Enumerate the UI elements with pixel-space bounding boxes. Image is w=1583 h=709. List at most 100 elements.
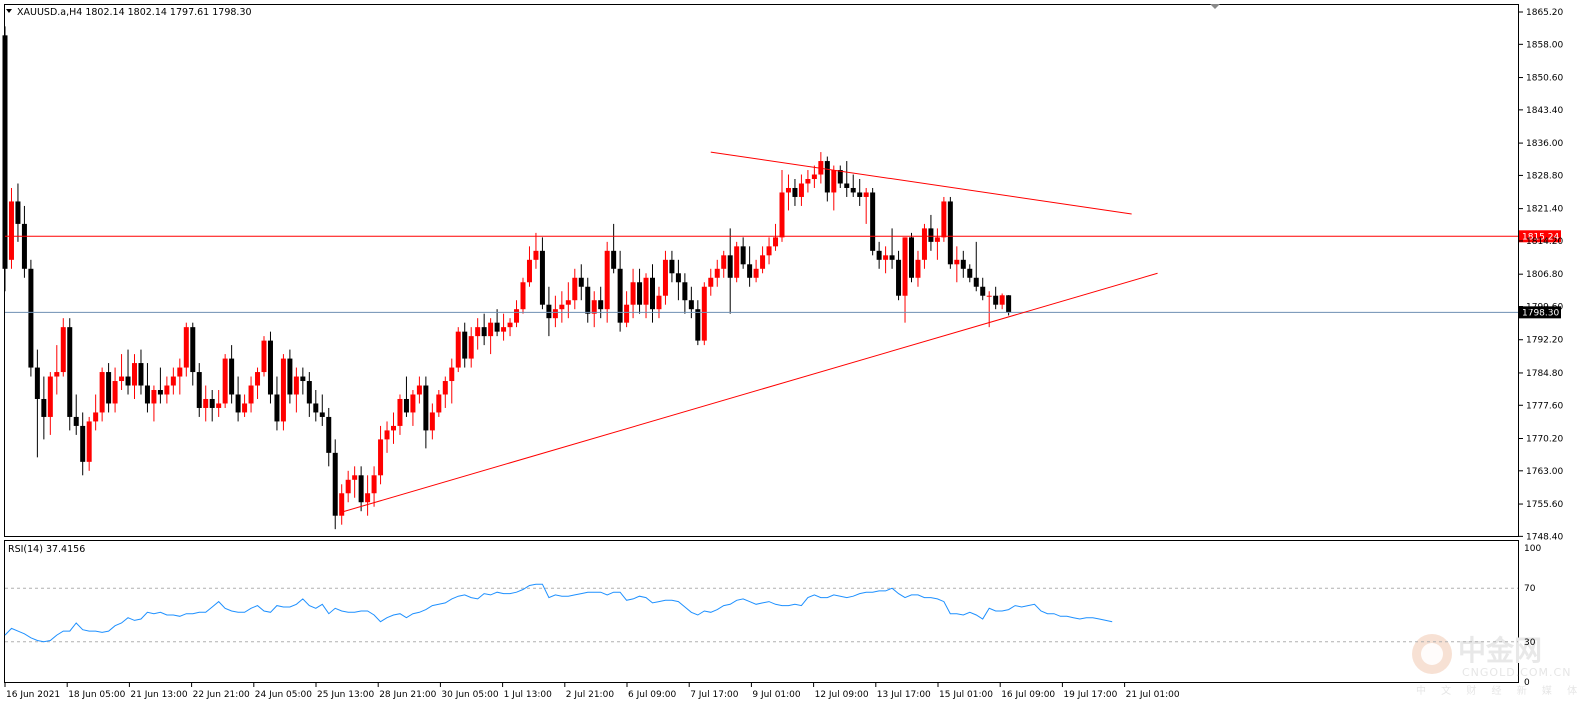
candle-body [306, 381, 312, 404]
candle-body [753, 268, 759, 278]
candle-body [54, 372, 60, 377]
candle-body [909, 237, 914, 278]
candle-body [857, 192, 863, 197]
candle-body [617, 268, 623, 323]
time-tick-label: 13 Jul 17:00 [877, 690, 931, 700]
price-axis: 1865.20 1858.00 1850.60 1843.40 1836.00 1828.… [1519, 8, 1563, 542]
time-tick-label: 2 Jul 21:00 [566, 690, 615, 700]
candle-body [67, 327, 73, 417]
candle-body [391, 425, 396, 431]
candle-body [274, 394, 280, 422]
candle-body [572, 277, 578, 301]
candle-body [293, 376, 299, 395]
candle-body [921, 228, 927, 260]
candle-body [93, 412, 99, 422]
candle-body [164, 385, 170, 395]
candle-body [242, 403, 248, 413]
candle-body [546, 304, 552, 319]
candle-body [384, 430, 390, 440]
candle-body [15, 201, 21, 224]
candle-body [844, 183, 850, 188]
candle-body [520, 282, 526, 310]
price-tick-label: 1828.80 [1526, 171, 1563, 181]
candle-body [656, 295, 662, 310]
candle-body [151, 390, 157, 404]
candle-body [436, 394, 442, 413]
candle-body [611, 250, 617, 269]
price-chart[interactable]: 中金网 CNGOLD.COM.CN 中 文 财 经 新 媒 体 1815.241… [0, 0, 1583, 709]
candle-body [462, 331, 468, 359]
price-tick-label: 1821.40 [1526, 205, 1563, 215]
candle-body [727, 255, 733, 278]
price-tick-label: 1770.20 [1526, 434, 1563, 444]
candle-body [760, 255, 766, 269]
candle-body [805, 179, 811, 184]
watermark-tagline: 中 文 财 经 新 媒 体 [1416, 684, 1583, 697]
candle-body [345, 479, 351, 494]
candle-body [378, 439, 384, 476]
time-tick-label: 16 Jun 2021 [6, 690, 60, 700]
candle-body [630, 282, 636, 305]
candle-body [721, 255, 727, 269]
candle-body [300, 376, 306, 382]
candle-body [734, 246, 740, 278]
candle-body [410, 394, 416, 413]
candle-body [650, 277, 655, 310]
candle-body [863, 192, 869, 197]
candle-body [831, 170, 837, 193]
candle-body [2, 35, 8, 269]
candle-body [28, 268, 34, 368]
candle-body [986, 295, 992, 297]
candle-body [740, 246, 746, 265]
candle-body [1006, 295, 1012, 313]
candle-body [119, 376, 125, 382]
candle-body [313, 403, 319, 413]
candle-body [552, 309, 558, 319]
candle-body [371, 475, 377, 494]
candle-body [468, 336, 474, 359]
candle-body [222, 358, 228, 404]
candle-body [106, 372, 112, 404]
candle-body [934, 237, 940, 242]
price-tick-label: 1865.20 [1526, 8, 1563, 18]
time-tick-label: 7 Jul 17:00 [690, 690, 739, 700]
candle-body [326, 416, 332, 453]
main-chart-panel[interactable] [4, 4, 1519, 537]
candle-body [941, 201, 947, 238]
candle-body [287, 358, 293, 395]
candle-body [824, 161, 830, 193]
candle-body [973, 277, 979, 287]
price-tick-label: 1755.60 [1526, 500, 1563, 510]
candle-body [86, 421, 92, 462]
candle-body [954, 259, 960, 265]
candle-body [125, 376, 131, 386]
price-tick-label: 1792.20 [1526, 336, 1563, 346]
candle-body [993, 295, 999, 305]
candle-body [585, 286, 591, 314]
candle-body [209, 398, 215, 408]
time-tick-label: 15 Jul 01:00 [939, 690, 993, 700]
time-axis: 16 Jun 2021 18 Jun 05:00 21 Jun 13:00 22 Ju… [4, 683, 1180, 700]
candle-body [565, 300, 571, 305]
candle-body [73, 416, 79, 426]
candle-body [533, 250, 539, 260]
candle-body [559, 304, 565, 310]
candle-body [604, 250, 610, 310]
candle-body [675, 273, 681, 283]
candle-body [442, 381, 448, 395]
candle-body [766, 246, 772, 256]
candle-body [41, 398, 47, 417]
watermark: 中金网 CNGOLD.COM.CN 中 文 财 经 新 媒 体 [1412, 634, 1583, 697]
candle-body [203, 398, 209, 408]
candle-body [514, 309, 520, 323]
candle-body [190, 327, 196, 373]
rsi-level-label: 100 [1524, 544, 1541, 554]
candle-body [850, 187, 856, 193]
time-tick-label: 30 Jun 05:00 [441, 690, 498, 700]
time-tick-label: 19 Jul 17:00 [1063, 690, 1117, 700]
price-tick-label: 1784.80 [1526, 369, 1563, 379]
candle-body [695, 309, 701, 341]
candle-body [157, 390, 163, 395]
candle-body [494, 322, 500, 332]
rsi-level-label: 70 [1524, 584, 1536, 594]
